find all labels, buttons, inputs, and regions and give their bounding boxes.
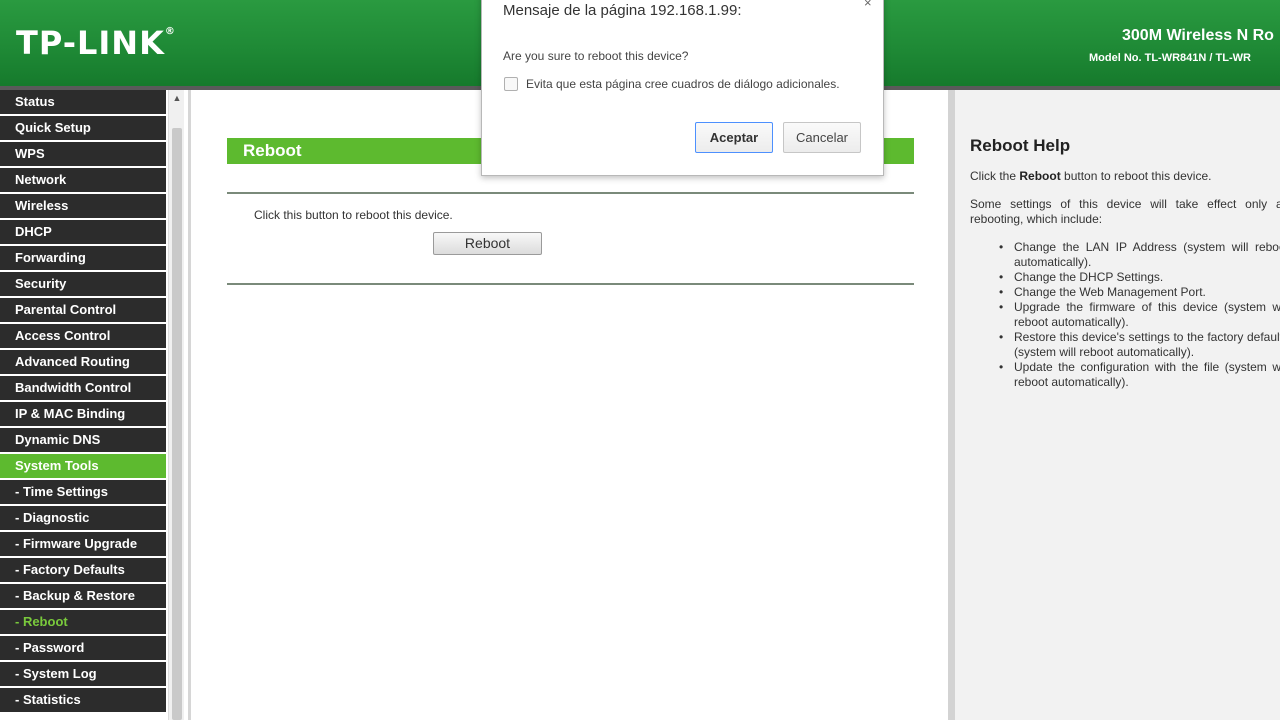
sidebar-subitem-firmware-upgrade[interactable]: - Firmware Upgrade: [0, 532, 166, 556]
help-panel: Reboot Help Click the Reboot button to r…: [955, 90, 1280, 720]
help-bullet: Update the configuration with the file (…: [999, 360, 1280, 390]
help-intro-bold: Reboot: [1019, 169, 1061, 183]
sidebar-item-access-control[interactable]: Access Control: [0, 324, 166, 348]
sidebar-item-quick-setup[interactable]: Quick Setup: [0, 116, 166, 140]
help-bullet: Change the LAN IP Address (system will r…: [999, 240, 1280, 270]
sidebar-item-bandwidth-control[interactable]: Bandwidth Control: [0, 376, 166, 400]
sidebar-menu: Status Quick Setup WPS Network Wireless …: [0, 90, 168, 720]
help-title: Reboot Help: [970, 136, 1071, 155]
sidebar-item-parental-control[interactable]: Parental Control: [0, 298, 166, 322]
reboot-instruction: Click this button to reboot this device.: [254, 208, 453, 222]
sidebar-item-network[interactable]: Network: [0, 168, 166, 192]
logo-text: TP-LINK: [16, 24, 165, 62]
sidebar-item-advanced-routing[interactable]: Advanced Routing: [0, 350, 166, 374]
sidebar-subitem-time-settings[interactable]: - Time Settings: [0, 480, 166, 504]
help-settings-note: Some settings of this device will take e…: [970, 197, 1280, 226]
help-bullet: Restore this device's settings to the fa…: [999, 330, 1280, 360]
scrollbar-thumb[interactable]: [172, 128, 182, 720]
dialog-message: Are you sure to reboot this device?: [503, 49, 689, 63]
sidebar-item-system-tools[interactable]: System Tools: [0, 454, 166, 478]
scroll-up-arrow-icon[interactable]: ▲: [169, 90, 185, 106]
reboot-button[interactable]: Reboot: [433, 232, 542, 255]
accept-button[interactable]: Aceptar: [695, 122, 773, 153]
dialog-title: Mensaje de la página 192.168.1.99:: [503, 2, 742, 19]
model-number: Model No. TL-WR841N / TL-WR: [1089, 52, 1251, 64]
help-intro-pre: Click the: [970, 169, 1020, 183]
cancel-button[interactable]: Cancelar: [783, 122, 861, 153]
sidebar-item-ip-mac-binding[interactable]: IP & MAC Binding: [0, 402, 166, 426]
sidebar-scrollbar[interactable]: ▲: [168, 90, 184, 720]
product-name: 300M Wireless N Ro: [1122, 27, 1274, 44]
sidebar-item-security[interactable]: Security: [0, 272, 166, 296]
help-bullet-list: Change the LAN IP Address (system will r…: [999, 240, 1280, 390]
sidebar-subitem-backup-restore[interactable]: - Backup & Restore: [0, 584, 166, 608]
router-admin-page: TP-LINK® 300M Wireless N Ro Model No. TL…: [0, 0, 1280, 720]
section-title: Reboot: [243, 141, 302, 160]
sidebar-item-status[interactable]: Status: [0, 90, 166, 114]
help-intro-post: button to reboot this device.: [1060, 169, 1212, 183]
sidebar-subitem-system-log[interactable]: - System Log: [0, 662, 166, 686]
main-content: Reboot Click this button to reboot this …: [191, 90, 948, 720]
sidebar-item-dhcp[interactable]: DHCP: [0, 220, 166, 244]
sidebar-item-dynamic-dns[interactable]: Dynamic DNS: [0, 428, 166, 452]
help-bullet: Change the Web Management Port.: [999, 285, 1280, 300]
sidebar-item-forwarding[interactable]: Forwarding: [0, 246, 166, 270]
frame-divider-right: [948, 90, 955, 720]
tp-link-logo: TP-LINK®: [16, 24, 176, 62]
help-bullet: Change the DHCP Settings.: [999, 270, 1280, 285]
sidebar-subitem-reboot[interactable]: - Reboot: [0, 610, 166, 634]
sidebar-subitem-factory-defaults[interactable]: - Factory Defaults: [0, 558, 166, 582]
sidebar-subitem-diagnostic[interactable]: - Diagnostic: [0, 506, 166, 530]
logo-registered-mark: ®: [164, 26, 176, 37]
confirm-dialog: Mensaje de la página 192.168.1.99: × Are…: [481, 0, 884, 176]
sidebar-subitem-statistics[interactable]: - Statistics: [0, 688, 166, 712]
help-intro: Click the Reboot button to reboot this d…: [970, 169, 1211, 183]
help-bullet: Upgrade the firmware of this device (sys…: [999, 300, 1280, 330]
sidebar-item-wps[interactable]: WPS: [0, 142, 166, 166]
section-rule-top: [227, 192, 914, 194]
sidebar-subitem-password[interactable]: - Password: [0, 636, 166, 660]
close-icon[interactable]: ×: [864, 0, 872, 10]
sidebar-item-wireless[interactable]: Wireless: [0, 194, 166, 218]
suppress-dialogs-label[interactable]: Evita que esta página cree cuadros de di…: [526, 77, 840, 91]
section-rule-bottom: [227, 283, 914, 285]
suppress-dialogs-checkbox[interactable]: [504, 77, 518, 91]
